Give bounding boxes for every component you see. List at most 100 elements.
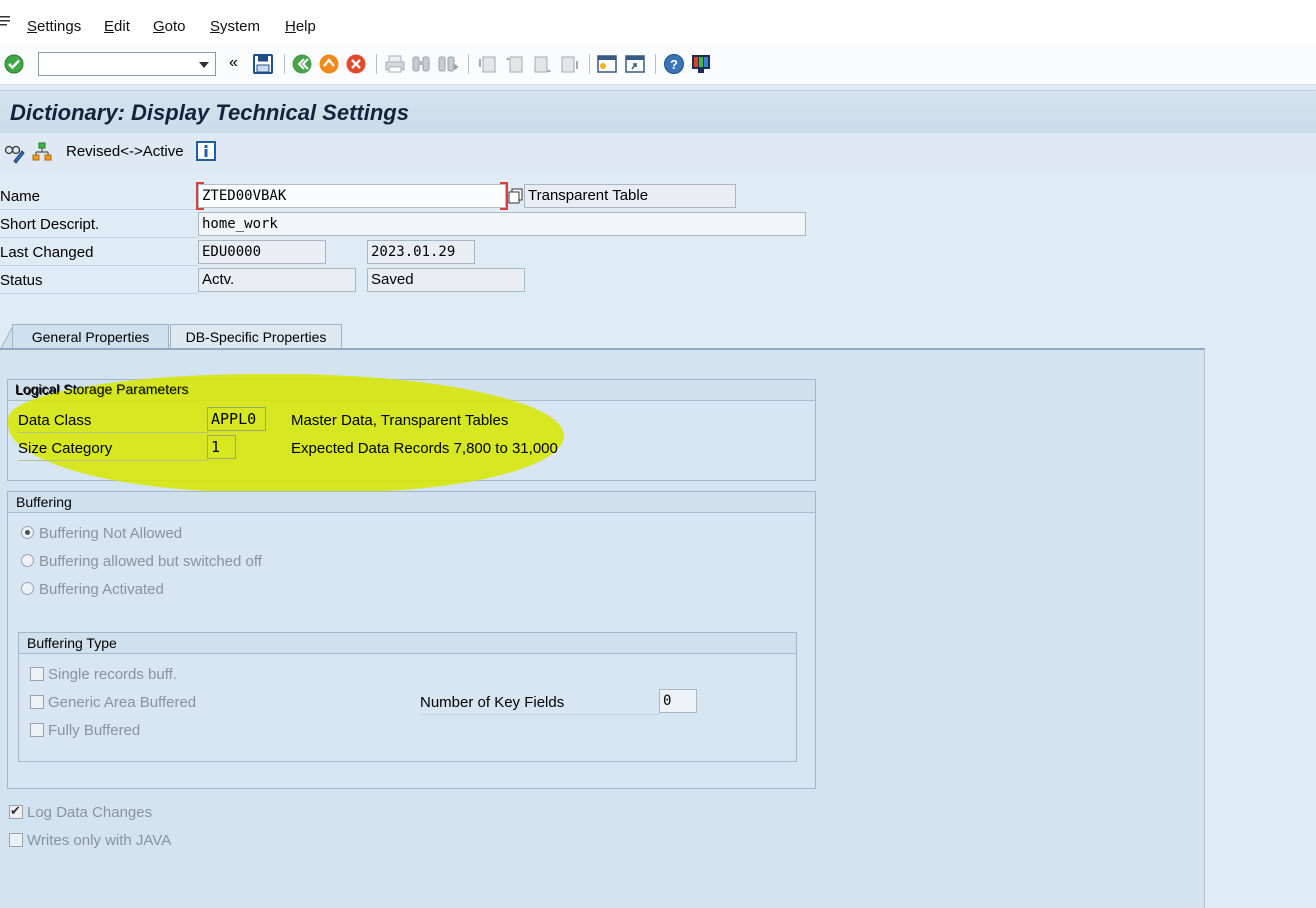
page-title: Dictionary: Display Technical Settings [10, 100, 409, 125]
toolbar-separator [376, 54, 377, 74]
data-class-desc: Master Data, Transparent Tables [291, 412, 509, 429]
enter-icon[interactable] [3, 53, 25, 75]
history-dropdown-icon[interactable] [199, 62, 209, 68]
back-icon[interactable] [291, 53, 313, 75]
svg-text:?: ? [670, 57, 678, 72]
buffering-type-title: Buffering Type [19, 633, 796, 654]
menu-settings[interactable]: Settings [27, 18, 81, 35]
num-key-fields-label: Number of Key Fields [420, 694, 565, 711]
copy-icon[interactable] [507, 187, 525, 205]
buffering-title: Buffering [8, 492, 815, 513]
hierarchy-icon[interactable] [32, 141, 54, 163]
short-desc-field: home_work [198, 212, 806, 236]
buffering-option-label: Buffering allowed but switched off [39, 553, 262, 570]
size-category-field: 1 [207, 435, 236, 459]
menu-bar: Settings Edit Goto System Help [0, 0, 1316, 47]
last-changed-date: 2023.01.29 [371, 244, 456, 260]
new-session-icon[interactable] [596, 53, 618, 75]
required-marker-left [196, 182, 204, 210]
display-change-icon[interactable] [4, 142, 26, 164]
tab-general-properties[interactable]: General Properties [12, 324, 169, 349]
row-divider [420, 714, 660, 715]
data-class-field: APPL0 [207, 407, 266, 431]
header-section: Name ZTED00VBAK Transparent Table Short … [0, 173, 1316, 313]
find-next-icon[interactable] [437, 53, 459, 75]
toolbar-separator [468, 54, 469, 74]
checkbox-writes-only-java[interactable] [9, 833, 23, 847]
data-class-value: APPL0 [211, 410, 257, 428]
table-type-field: Transparent Table [524, 184, 736, 208]
create-shortcut-icon[interactable] [624, 53, 646, 75]
info-icon[interactable] [196, 141, 216, 161]
num-key-fields-field: 0 [659, 689, 697, 713]
checkbox-single-records[interactable] [30, 667, 44, 681]
print-icon[interactable] [384, 53, 406, 75]
radio-buffering-activated[interactable] [21, 582, 34, 595]
revised-active-button[interactable]: Revised<->Active [66, 143, 184, 160]
last-changed-user: EDU0000 [202, 244, 262, 260]
exit-icon[interactable] [318, 53, 340, 75]
single-records-label: Single records buff. [48, 666, 177, 683]
toolbar-separator [284, 54, 285, 74]
num-key-fields-value: 0 [663, 693, 672, 709]
radio-buffering-switched-off[interactable] [21, 554, 34, 567]
last-changed-user-field: EDU0000 [198, 240, 326, 264]
logical-storage-content: Logical Storage Parameters Data Class AP… [7, 379, 816, 481]
row-divider [18, 432, 208, 433]
short-desc-value: home_work [202, 216, 278, 232]
find-icon[interactable] [410, 53, 432, 75]
menu-icon[interactable] [0, 14, 12, 28]
buffering-type-group: Buffering Type Single records buff. Gene… [18, 632, 797, 762]
row-divider [0, 265, 198, 266]
command-field[interactable] [38, 52, 216, 76]
checkbox-generic-area[interactable] [30, 695, 44, 709]
size-category-desc: Expected Data Records 7,800 to 31,000 [291, 440, 558, 457]
first-page-icon[interactable] [477, 53, 499, 75]
standard-toolbar: « ? [0, 46, 1316, 85]
toolbar-separator [655, 54, 656, 74]
log-data-changes-label: Log Data Changes [27, 804, 153, 821]
toolbar-separator [589, 54, 590, 74]
collapse-icon[interactable]: « [229, 54, 238, 72]
last-changed-label: Last Changed [0, 244, 94, 261]
menu-system[interactable]: System [210, 18, 260, 35]
status-saved-field: Saved [367, 268, 525, 292]
buffering-option-label: Buffering Activated [39, 581, 164, 598]
radio-buffering-not-allowed[interactable] [21, 526, 34, 539]
checkbox-fully-buffered[interactable] [30, 723, 44, 737]
buffering-group: Buffering Buffering Not Allowed Bufferin… [7, 491, 816, 789]
checkbox-log-data-changes[interactable] [9, 803, 23, 819]
status-label: Status [0, 272, 43, 289]
layout-menu-icon[interactable] [690, 53, 712, 75]
name-value: ZTED00VBAK [202, 188, 287, 204]
size-category-label: Size Category [18, 440, 113, 457]
status-saved: Saved [371, 271, 414, 288]
row-divider [0, 293, 198, 294]
menu-edit[interactable]: Edit [104, 18, 130, 35]
title-bar: Dictionary: Display Technical Settings [0, 90, 1316, 134]
last-changed-date-field: 2023.01.29 [367, 240, 475, 264]
writes-only-java-label: Writes only with JAVA [27, 832, 172, 849]
name-label: Name [0, 188, 41, 205]
short-desc-label: Short Descript. [0, 216, 100, 233]
menu-goto[interactable]: Goto [153, 18, 186, 35]
application-toolbar: Revised<->Active [0, 133, 1316, 174]
data-class-label: Data Class [18, 412, 92, 429]
generic-area-label: Generic Area Buffered [48, 694, 197, 711]
status-field: Actv. [198, 268, 356, 292]
save-icon[interactable] [252, 53, 274, 75]
fully-buffered-label: Fully Buffered [48, 722, 141, 739]
row-divider [0, 209, 198, 210]
last-page-icon[interactable] [558, 53, 580, 75]
row-divider [0, 237, 198, 238]
next-page-icon[interactable] [531, 53, 553, 75]
menu-help[interactable]: Help [285, 18, 316, 35]
size-category-value: 1 [211, 438, 221, 456]
status-value: Actv. [202, 271, 235, 288]
help-icon[interactable]: ? [663, 53, 685, 75]
tab-db-specific-properties[interactable]: DB-Specific Properties [170, 324, 342, 349]
previous-page-icon[interactable] [504, 53, 526, 75]
name-field[interactable]: ZTED00VBAK [198, 184, 506, 208]
logical-storage-title-overlay: Logical Storage Parameters [15, 381, 189, 397]
cancel-icon[interactable] [345, 53, 367, 75]
